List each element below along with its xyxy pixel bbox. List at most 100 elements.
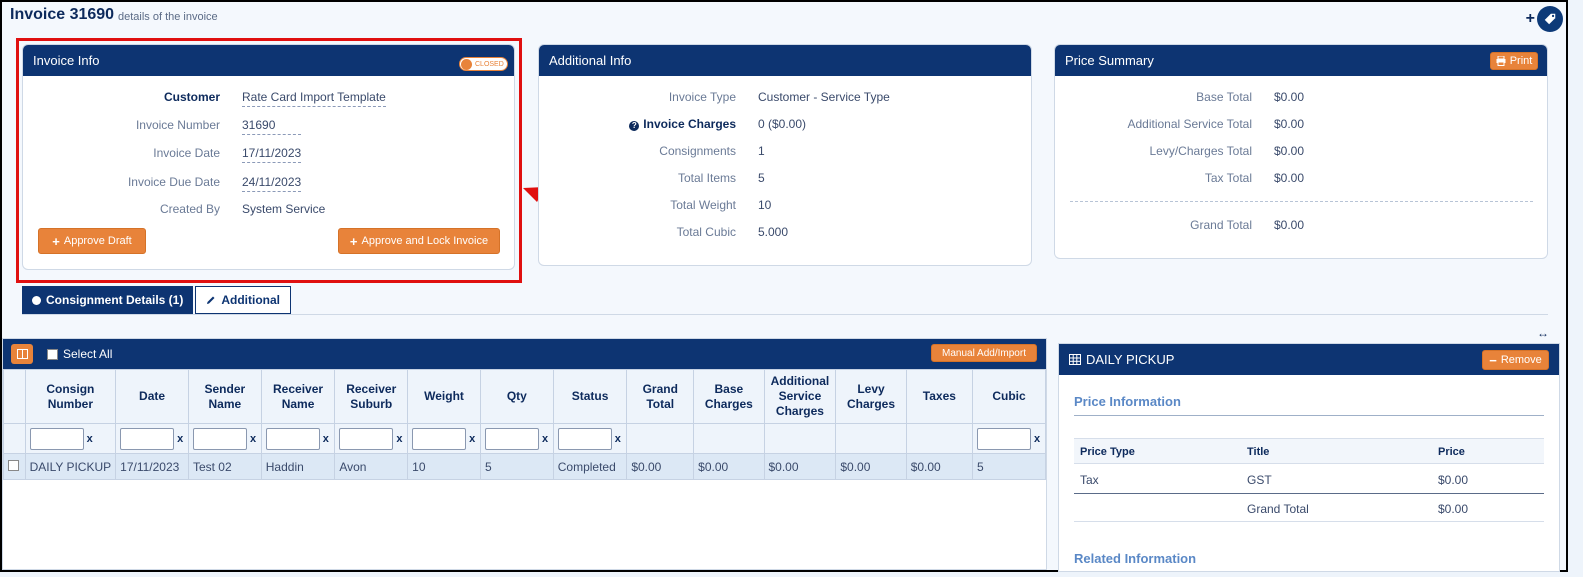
cell-sender-name: Test 02	[187, 453, 262, 480]
levy-charges-total-row: Levy/Charges Total $0.00	[1055, 144, 1304, 158]
table-header-row: Consign Number Date Sender Name Receiver…	[3, 369, 1046, 424]
price-row-title: GST	[1247, 473, 1272, 487]
filter-input-sender-name[interactable]	[192, 427, 247, 450]
filter-input-status[interactable]	[557, 427, 612, 450]
cell-qty: 5	[479, 453, 554, 480]
tab-additional[interactable]: Additional	[195, 286, 292, 314]
consignment-grid-panel: Select All Manual Add/Import Consign Num…	[2, 338, 1047, 570]
filter-input-weight[interactable]	[412, 427, 467, 450]
grand-total-row: Grand Total $0.00	[1055, 218, 1304, 232]
cell-base-charges: $0.00	[693, 453, 765, 480]
filter-cell-additional-service-charges	[763, 423, 837, 454]
filter-input-qty[interactable]	[484, 427, 539, 450]
clear-filter-icon[interactable]: x	[396, 433, 402, 445]
filter-input-receiver-name[interactable]	[265, 427, 320, 450]
header-status[interactable]: Status	[552, 369, 628, 424]
clear-filter-icon[interactable]: x	[542, 433, 548, 445]
total-cubic-value: 5.000	[758, 225, 789, 239]
cell-date: 17/11/2023	[115, 453, 189, 480]
header-qty[interactable]: Qty	[479, 369, 554, 424]
filter-input-consign-number[interactable]	[29, 427, 84, 450]
help-icon[interactable]: ?	[629, 121, 640, 131]
clear-filter-icon[interactable]: x	[177, 433, 183, 445]
resize-horizontal-icon[interactable]: ↔	[1537, 326, 1549, 340]
header-receiver-name[interactable]: Receiver Name	[260, 369, 336, 424]
total-items-label: Total Items	[677, 171, 736, 185]
price-summary-title: Price Summary	[1065, 53, 1154, 68]
filter-cell-qty: x	[479, 423, 554, 454]
related-information-title: Related Information	[1074, 551, 1197, 566]
cell-levy-charges: $0.00	[835, 453, 907, 480]
price-table-header: Price Type Title Price	[1074, 438, 1544, 464]
levy-charges-total-value: $0.00	[1274, 144, 1305, 158]
clear-filter-icon[interactable]: x	[1034, 433, 1040, 445]
circle-icon	[32, 295, 41, 305]
header-date[interactable]: Date	[115, 369, 189, 424]
row-checkbox-cell	[3, 453, 26, 480]
print-button[interactable]: Print	[1490, 52, 1538, 70]
total-items-row: Total Items 5	[539, 171, 765, 185]
summary-divider	[1070, 201, 1533, 202]
total-weight-row: Total Weight 10	[539, 198, 771, 212]
cell-weight: 10	[407, 453, 481, 480]
consignments-label: Consignments	[659, 144, 736, 158]
clear-filter-icon[interactable]: x	[323, 433, 329, 445]
tab-divider	[22, 314, 1548, 315]
filter-cell-receiver-suburb: x	[334, 423, 409, 454]
invoice-charges-label-wrap: ? Invoice Charges	[539, 117, 736, 131]
filter-input-cubic[interactable]	[977, 427, 1032, 450]
grand-total-value: $0.00	[1274, 218, 1305, 232]
manual-add-import-label: Manual Add/Import	[942, 347, 1026, 359]
tag-icon[interactable]	[1537, 6, 1563, 32]
cell-status: Completed	[552, 453, 628, 480]
tab-consignment-details[interactable]: Consignment Details (1)	[22, 286, 194, 314]
header-additional-service-charges[interactable]: Additional Service Charges	[763, 369, 837, 424]
filter-cell-consign-number: x	[24, 423, 117, 454]
cell-cubic: 5	[972, 453, 1046, 480]
cell-consign-number[interactable]: DAILY PICKUP	[24, 453, 117, 480]
section-divider	[1074, 415, 1544, 416]
filter-cell-taxes	[905, 423, 974, 454]
table-row[interactable]: DAILY PICKUP 17/11/2023 Test 02 Haddin A…	[3, 453, 1046, 480]
filter-cell-grand-total	[626, 423, 695, 454]
clear-filter-icon[interactable]: x	[615, 433, 621, 445]
filter-input-receiver-suburb[interactable]	[339, 427, 394, 450]
add-icon[interactable]: +	[1526, 10, 1535, 28]
price-information-title: Price Information	[1074, 394, 1181, 409]
header-levy-charges[interactable]: Levy Charges	[835, 369, 907, 424]
levy-charges-total-label: Levy/Charges Total	[1149, 144, 1252, 158]
header-base-charges[interactable]: Base Charges	[693, 369, 765, 424]
clear-filter-icon[interactable]: x	[469, 433, 475, 445]
tab-additional-label: Additional	[221, 293, 281, 307]
total-items-value: 5	[758, 171, 765, 185]
clear-filter-icon[interactable]: x	[250, 433, 256, 445]
manual-add-import-button[interactable]: Manual Add/Import	[931, 344, 1037, 362]
cell-taxes: $0.00	[905, 453, 974, 480]
top-actions: +	[1526, 6, 1563, 32]
columns-toggle-button[interactable]	[11, 344, 33, 364]
header-cubic[interactable]: Cubic	[972, 369, 1046, 424]
header-receiver-suburb[interactable]: Receiver Suburb	[334, 369, 409, 424]
remove-button[interactable]: − Remove	[1482, 350, 1549, 370]
header-grand-total[interactable]: Grand Total	[626, 369, 695, 424]
header-taxes[interactable]: Taxes	[905, 369, 974, 424]
select-all-checkbox[interactable]	[47, 348, 58, 360]
total-weight-label: Total Weight	[670, 198, 736, 212]
clear-filter-icon[interactable]: x	[87, 433, 93, 445]
select-all-label: Select All	[63, 347, 113, 361]
header-consign-number[interactable]: Consign Number	[24, 369, 117, 424]
filter-cell-receiver-name: x	[260, 423, 336, 454]
tax-total-value: $0.00	[1274, 171, 1305, 185]
row-checkbox[interactable]	[8, 459, 19, 471]
invoice-charges-label: Invoice Charges	[643, 117, 736, 131]
price-row-type: Tax	[1080, 473, 1099, 487]
header-weight[interactable]: Weight	[407, 369, 481, 424]
filter-cell-date: x	[115, 423, 189, 454]
header-sender-name[interactable]: Sender Name	[187, 369, 262, 424]
filter-empty-cell	[3, 423, 26, 454]
columns-icon	[16, 349, 28, 359]
filter-input-date[interactable]	[120, 427, 175, 450]
printer-icon	[1496, 56, 1506, 66]
price-table-row: Tax GST $0.00	[1074, 464, 1544, 494]
cell-receiver-suburb: Avon	[334, 453, 409, 480]
